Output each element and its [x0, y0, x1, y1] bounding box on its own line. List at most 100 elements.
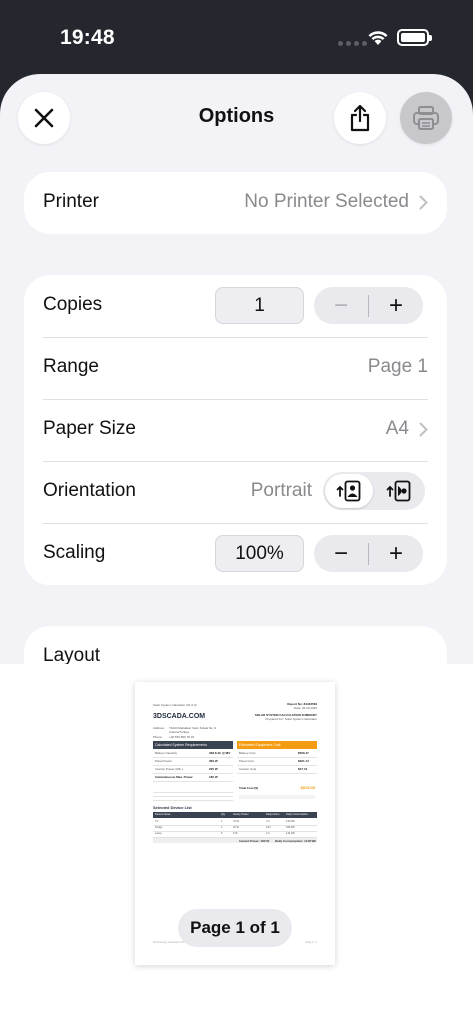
copies-increment-button[interactable]: + — [369, 287, 423, 324]
doc-req-value: 225 W — [209, 767, 218, 771]
doc-total-label: Total Cost ($) — [239, 786, 258, 790]
doc-req-label: Panel Power — [155, 759, 173, 763]
doc-requirements-header: Calculated System Requirements — [153, 741, 233, 749]
page-preview[interactable]: Solar System Calculator (V1.0.0) Report … — [135, 682, 335, 965]
doc-phone: +90 553 896 78 32 — [169, 735, 195, 739]
status-time: 19:48 — [60, 26, 115, 49]
share-icon — [350, 104, 370, 132]
doc-req-label: Battery Capacity — [155, 751, 178, 755]
layout-label: Layout — [43, 645, 101, 664]
status-bar: 19:48 — [0, 0, 473, 72]
paper-size-selection: A4 — [385, 418, 409, 439]
portrait-option[interactable] — [325, 474, 373, 508]
orientation-row: Orientation Portrait — [24, 461, 447, 523]
print-button[interactable] — [400, 92, 452, 144]
doc-device-header: Device Name — [155, 813, 171, 816]
paper-size-label: Paper Size — [43, 418, 136, 439]
portrait-icon — [336, 480, 361, 502]
range-row[interactable]: Range Page 1 — [24, 337, 447, 399]
doc-device-header: Daily Hours — [266, 813, 280, 816]
doc-app-name: Solar System Calculator (V1.0.0) — [153, 703, 197, 707]
doc-req-value: 338.8 Ah @48V — [209, 751, 231, 755]
doc-cost-label: Battery Cost — [239, 751, 256, 755]
doc-device-cell: 70 W — [233, 820, 240, 823]
copies-field[interactable]: 1 — [215, 287, 304, 324]
copies-row: Copies 1 − + — [24, 275, 447, 337]
doc-device-cell: 144 Wh — [286, 832, 295, 835]
range-value: Page 1 — [367, 356, 428, 377]
scaling-field[interactable]: 100% — [215, 535, 304, 572]
page-indicator: Page 1 of 1 — [178, 909, 292, 947]
copies-decrement-button[interactable]: − — [314, 287, 368, 324]
doc-device-cell: 143 Wh — [286, 820, 295, 823]
printer-selection: No Printer Selected — [244, 191, 409, 212]
chevron-right-icon — [419, 422, 428, 436]
scaling-decrement-button[interactable]: − — [314, 535, 368, 572]
orientation-value: Portrait — [250, 480, 312, 501]
cellular-signal-icon — [338, 41, 367, 46]
printer-value: No Printer Selected — [244, 191, 428, 213]
doc-device-cell: TV — [155, 820, 159, 823]
doc-phone-label: Phone: — [153, 735, 163, 739]
paper-size-row[interactable]: Paper Size A4 — [24, 399, 447, 461]
doc-device-cell: 4 h — [266, 832, 270, 835]
layout-row[interactable]: Layout — [24, 626, 447, 664]
copies-label: Copies — [43, 294, 103, 315]
doc-device-cell: 6 — [221, 832, 223, 835]
doc-cost-value: $506.47 — [298, 751, 309, 755]
scaling-increment-button[interactable]: + — [369, 535, 423, 572]
doc-device-cell: 1 — [221, 826, 223, 829]
chevron-right-icon — [419, 195, 428, 209]
doc-req-label: Instantaneous Max. Power — [155, 775, 193, 779]
range-label: Range — [43, 356, 99, 377]
printer-icon — [413, 106, 439, 130]
paper-size-value: A4 — [386, 418, 428, 440]
print-options-sheet: Options Printer No Printer Selected Copi… — [0, 74, 473, 664]
doc-brand: 3DSCADA.COM — [153, 713, 206, 720]
doc-cost-value: $261.14 — [298, 759, 309, 763]
share-button[interactable] — [334, 92, 386, 144]
doc-device-header: Qty — [221, 813, 226, 816]
landscape-option[interactable] — [375, 474, 423, 508]
printer-row[interactable]: Printer No Printer Selected — [24, 172, 447, 234]
settings-card: Copies 1 − + Range Page 1 Paper Size A4 … — [24, 275, 447, 585]
doc-prepared-for: Prepared For: Solar System Calculator — [265, 717, 317, 721]
doc-device-cell: 4 h — [266, 820, 270, 823]
battery-icon — [397, 29, 432, 46]
doc-device-cell: Lamp — [155, 832, 162, 835]
doc-address-label: Address: — [153, 726, 165, 730]
orientation-label: Orientation — [43, 480, 136, 501]
doc-device-header: Daily Consumption — [286, 813, 308, 816]
doc-device-cell: Fridge — [155, 826, 163, 829]
doc-total-value: $815.05 — [300, 785, 315, 790]
doc-device-cell: 22 W — [233, 826, 240, 829]
doc-instant-power: Instant Power: 180 W — [239, 839, 270, 843]
doc-cost-label: Inverter Cost — [239, 767, 257, 771]
doc-req-label: Inverter Power (Min.) — [155, 767, 184, 771]
orientation-segmented-control — [323, 472, 425, 510]
scaling-stepper: − + — [314, 535, 423, 572]
printer-label: Printer — [43, 191, 99, 212]
wifi-icon — [368, 31, 388, 45]
scaling-label: Scaling — [43, 542, 106, 563]
doc-device-cell: 24 h — [266, 826, 272, 829]
copies-stepper: − + — [314, 287, 423, 324]
doc-device-cell: 528 Wh — [286, 826, 295, 829]
doc-city: Ankara/Türkiye — [169, 730, 190, 734]
doc-req-value: 369 W — [209, 759, 218, 763]
doc-device-title: Selected Device List — [153, 805, 192, 810]
doc-req-value: 180 W — [209, 775, 218, 779]
doc-device-cell: 1 — [221, 820, 223, 823]
doc-device-cell: 6 W — [233, 832, 238, 835]
landscape-icon — [386, 480, 411, 502]
print-preview-area: Solar System Calculator (V1.0.0) Report … — [0, 664, 473, 1024]
doc-device-header: Hourly Power — [233, 813, 249, 816]
doc-footer-right: Page 1 / 1 — [305, 941, 317, 944]
doc-report-date: Date: 26.10.2025 — [293, 706, 317, 710]
scaling-row: Scaling 100% − + — [24, 523, 447, 585]
doc-cost-header: Estimated Equipment Cost — [237, 741, 317, 749]
layout-card: Layout — [24, 626, 447, 664]
doc-daily-consumption: Daily Consumption: 1148 Wh — [275, 839, 317, 843]
doc-cost-value: $47.44 — [298, 767, 308, 771]
doc-cost-label: Panel Cost — [239, 759, 254, 763]
